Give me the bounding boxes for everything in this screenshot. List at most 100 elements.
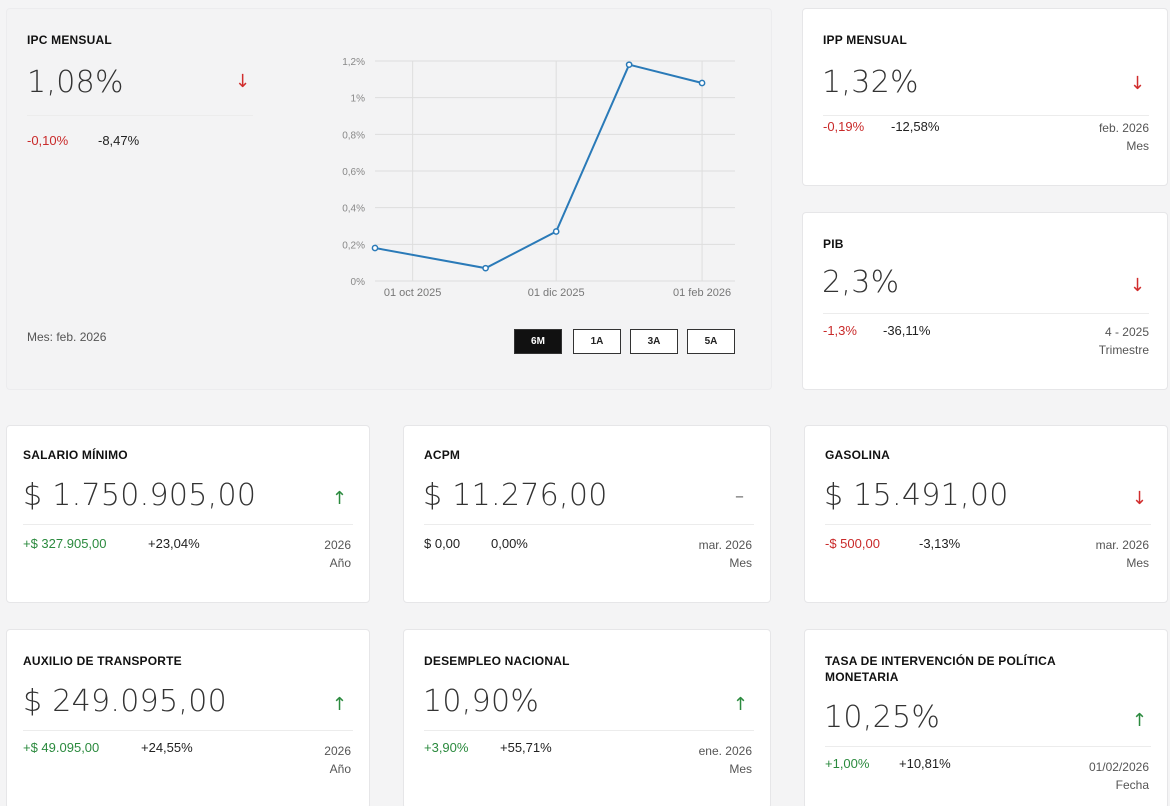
- auxilio-period-date: 2026: [324, 744, 351, 758]
- gasolina-title: GASOLINA: [825, 448, 890, 462]
- pib-value: 2,3%: [822, 265, 900, 300]
- auxilio-change-abs: +$ 49.095,00: [23, 740, 100, 755]
- salario-title: SALARIO MÍNIMO: [23, 448, 128, 462]
- pib-period-date: 4 - 2025: [1104, 325, 1149, 339]
- ipp-divider: [823, 115, 1149, 116]
- gasolina-period-date: mar. 2026: [1095, 538, 1149, 552]
- acpm-change-abs: $ 0,00: [424, 536, 461, 551]
- ipc-data-point: [482, 264, 489, 272]
- auxilio-period-type: Año: [329, 762, 351, 776]
- arrow-up-icon: ↑: [1131, 710, 1147, 731]
- tasa-change-pct: +10,81%: [899, 756, 951, 771]
- arrow-down-icon: ↓: [1129, 275, 1145, 296]
- arrow-down-icon: ↓: [1129, 73, 1145, 94]
- pib-period: 4 - 2025 Trimestre: [1099, 323, 1149, 359]
- acpm-period-type: Mes: [729, 556, 752, 570]
- tasa-card: TASA DE INTERVENCIÓN DE POLÍTICA MONETAR…: [804, 629, 1168, 806]
- ipc-data-point: [552, 228, 560, 235]
- tasa-title-line2: MONETARIA: [825, 670, 899, 684]
- dash-icon: –: [735, 486, 744, 507]
- range-1a-button[interactable]: 1A: [573, 329, 621, 354]
- y-tick-label: 1%: [351, 94, 366, 105]
- ipc-line-chart: 0% 0,2% 0,4% 0,6% 0,8% 1% 1,2% 01 oct 2025 01 di…: [342, 57, 735, 299]
- salario-card: SALARIO MÍNIMO $ 1.750.905,00 ↑ +$ 327.9…: [6, 425, 370, 603]
- salario-change-pct: +23,04%: [148, 536, 200, 551]
- auxilio-card: AUXILIO DE TRANSPORTE $ 249.095,00 ↑ +$ …: [6, 629, 370, 806]
- acpm-divider: [424, 524, 754, 525]
- tasa-change-abs: +1,00%: [825, 756, 870, 771]
- tasa-period-type: Fecha: [1115, 778, 1149, 792]
- auxilio-divider: [23, 730, 353, 731]
- ipc-change-pct: -8,47%: [98, 133, 140, 148]
- tasa-value: 10,25%: [824, 700, 941, 735]
- salario-period-date: 2026: [324, 538, 351, 552]
- desempleo-divider: [424, 730, 754, 731]
- tasa-divider: [825, 746, 1151, 747]
- gasolina-period-type: Mes: [1126, 556, 1149, 570]
- ipp-period-date: feb. 2026: [1098, 121, 1149, 135]
- salario-divider: [23, 524, 353, 525]
- acpm-title: ACPM: [424, 448, 461, 462]
- ipp-title: IPP MENSUAL: [823, 33, 907, 47]
- range-3a-button[interactable]: 3A: [630, 329, 678, 354]
- ipc-title: IPC MENSUAL: [27, 33, 112, 47]
- y-tick-label: 0,8%: [342, 130, 365, 141]
- auxilio-change-pct: +24,55%: [141, 740, 193, 755]
- range-6m-button[interactable]: 6M: [514, 329, 562, 354]
- salario-period-type: Año: [329, 556, 351, 570]
- desempleo-title: DESEMPLEO NACIONAL: [424, 654, 570, 668]
- auxilio-value: $ 249.095,00: [23, 684, 227, 719]
- y-tick-label: 0,2%: [342, 240, 365, 251]
- arrow-down-icon: ↓: [1131, 488, 1147, 509]
- ipc-data-point: [371, 244, 379, 252]
- range-5a-button[interactable]: 5A: [687, 329, 735, 354]
- arrow-up-icon: ↑: [331, 694, 347, 715]
- tasa-period: 01/02/2026 Fecha: [1089, 758, 1149, 794]
- acpm-value: $ 11.276,00: [423, 478, 608, 513]
- ipc-data-point: [625, 61, 633, 69]
- ipc-change-abs: -0,10%: [27, 133, 69, 148]
- x-tick-label: 01 feb 2026: [673, 287, 731, 299]
- salario-period: 2026 Año: [324, 536, 351, 572]
- tasa-title-line1: TASA DE INTERVENCIÓN DE POLÍTICA: [825, 654, 1056, 668]
- y-tick-label: 1,2%: [342, 57, 365, 68]
- gasolina-card: GASOLINA $ 15.491,00 ↓ -$ 500,00 -3,13% …: [804, 425, 1168, 603]
- ipc-series-line: [374, 63, 703, 270]
- arrow-up-icon: ↑: [331, 488, 347, 509]
- ipc-value: 1,08%: [27, 65, 124, 100]
- ipc-divider: [27, 115, 253, 116]
- acpm-period-date: mar. 2026: [698, 538, 752, 552]
- acpm-change-pct: 0,00%: [491, 536, 528, 551]
- desempleo-card: DESEMPLEO NACIONAL 10,90% ↑ +3,90% +55,7…: [403, 629, 771, 806]
- y-tick-label: 0,4%: [342, 204, 365, 215]
- ipp-card: IPP MENSUAL 1,32% ↓ -0,19% -12,58% feb. …: [802, 8, 1168, 186]
- ipp-period: feb. 2026 Mes: [1099, 119, 1149, 155]
- arrow-up-icon: ↑: [732, 694, 748, 715]
- gasolina-change-pct: -3,13%: [919, 536, 961, 551]
- salario-change-abs: +$ 327.905,00: [23, 536, 107, 551]
- pib-period-type: Trimestre: [1098, 343, 1149, 357]
- pib-title: PIB: [823, 237, 844, 251]
- gasolina-divider: [825, 524, 1151, 525]
- tasa-period-date: 01/02/2026: [1088, 760, 1149, 774]
- desempleo-value: 10,90%: [423, 684, 540, 719]
- ipp-period-type: Mes: [1126, 139, 1149, 153]
- gasolina-change-abs: -$ 500,00: [825, 536, 880, 551]
- desempleo-period: ene. 2026 Mes: [699, 742, 752, 778]
- desempleo-change-abs: +3,90%: [424, 740, 469, 755]
- pib-change-abs: -1,3%: [823, 323, 857, 338]
- acpm-period: mar. 2026 Mes: [699, 536, 752, 572]
- acpm-card: ACPM $ 11.276,00 – $ 0,00 0,00% mar. 202…: [403, 425, 771, 603]
- y-tick-label: 0%: [351, 277, 366, 288]
- ipp-change-abs: -0,19%: [823, 119, 865, 134]
- gasolina-period: mar. 2026 Mes: [1096, 536, 1149, 572]
- x-tick-label: 01 dic 2025: [528, 287, 585, 299]
- pib-card: PIB 2,3% ↓ -1,3% -36,11% 4 - 2025 Trimes…: [802, 212, 1168, 390]
- ipc-footer: Mes: feb. 2026: [27, 330, 107, 344]
- auxilio-title: AUXILIO DE TRANSPORTE: [23, 654, 182, 668]
- x-tick-label: 01 oct 2025: [384, 287, 442, 299]
- salario-value: $ 1.750.905,00: [23, 478, 257, 513]
- ipc-data-point: [698, 79, 706, 87]
- pib-divider: [823, 313, 1149, 314]
- ipp-value: 1,32%: [822, 65, 919, 100]
